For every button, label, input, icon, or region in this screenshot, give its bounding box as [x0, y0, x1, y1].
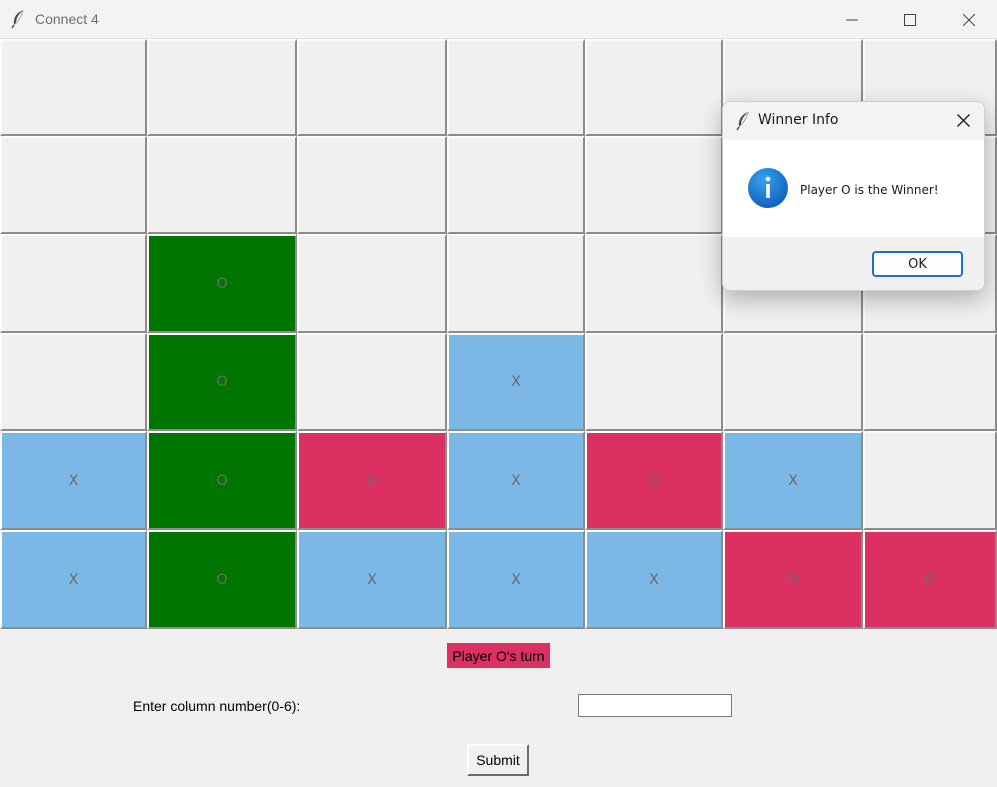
- board-cell: [0, 136, 147, 234]
- board-cell: [297, 333, 447, 431]
- close-icon: [956, 112, 970, 131]
- board-cell: [147, 136, 297, 234]
- board-cell: O: [147, 333, 297, 431]
- winner-dialog: Winner Info Player O is the Winner! OK: [722, 101, 985, 291]
- board-cell: X: [447, 333, 585, 431]
- board-cell: [863, 431, 997, 530]
- column-input-label: Enter column number(0-6):: [133, 698, 301, 714]
- board-cell: [447, 234, 585, 333]
- board-cell: X: [447, 530, 585, 629]
- maximize-icon: [904, 13, 916, 26]
- board-cell: X: [0, 530, 147, 629]
- board-cell: [863, 333, 997, 431]
- ok-button[interactable]: OK: [872, 251, 963, 277]
- window-title: Connect 4: [35, 11, 99, 27]
- board-cell: [585, 234, 723, 333]
- close-button[interactable]: [946, 0, 992, 39]
- board-cell: X: [447, 431, 585, 530]
- info-icon: [748, 168, 788, 208]
- board-cell: [0, 234, 147, 333]
- board-cell: [585, 333, 723, 431]
- turn-indicator: Player O's turn: [447, 643, 550, 668]
- window-titlebar: Connect 4: [0, 0, 997, 39]
- board-cell: [447, 136, 585, 234]
- dialog-body: Player O is the Winner!: [723, 140, 984, 237]
- board-cell: [723, 333, 863, 431]
- board-cell: [297, 136, 447, 234]
- maximize-button[interactable]: [887, 0, 933, 39]
- dialog-footer: OK: [723, 237, 984, 290]
- board-cell: [447, 39, 585, 136]
- board-cell: [585, 39, 723, 136]
- dialog-close-button[interactable]: [950, 108, 976, 134]
- board-cell: O: [147, 431, 297, 530]
- minimize-button[interactable]: [829, 0, 875, 39]
- board-cell: [297, 39, 447, 136]
- dialog-message: Player O is the Winner!: [800, 183, 939, 197]
- board-cell: [147, 39, 297, 136]
- board-cell: X: [0, 431, 147, 530]
- board-cell: [585, 136, 723, 234]
- dialog-title: Winner Info: [758, 112, 839, 128]
- board-cell: O: [863, 530, 997, 629]
- board-cell: O: [585, 431, 723, 530]
- feather-icon: [736, 111, 750, 131]
- feather-icon: [10, 9, 26, 29]
- board-cell: [297, 234, 447, 333]
- submit-button[interactable]: Submit: [467, 744, 529, 776]
- board-cell: [0, 333, 147, 431]
- column-number-input[interactable]: [578, 694, 732, 717]
- board-cell: O: [147, 530, 297, 629]
- board-cell: O: [147, 234, 297, 333]
- board-cell: X: [585, 530, 723, 629]
- board-cell: X: [297, 530, 447, 629]
- board-cell: X: [723, 431, 863, 530]
- minimize-icon: [846, 14, 858, 26]
- board-cell: [0, 39, 147, 136]
- board-cell: O: [723, 530, 863, 629]
- dialog-titlebar: Winner Info: [723, 102, 984, 140]
- board-cell: O: [297, 431, 447, 530]
- close-icon: [963, 13, 975, 26]
